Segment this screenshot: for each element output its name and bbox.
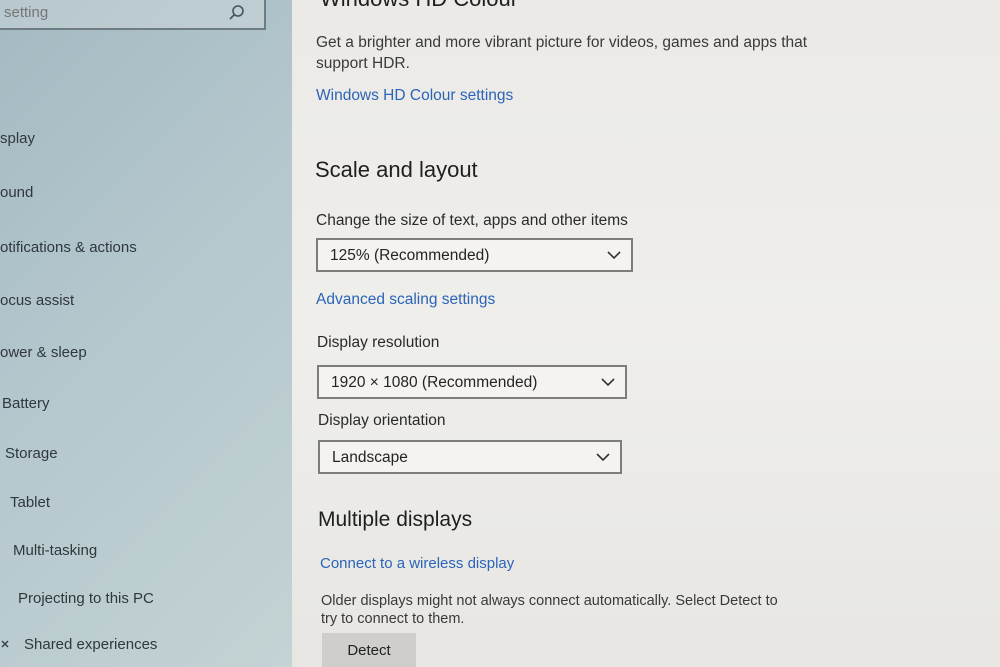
- sidebar-item-projecting[interactable]: Projecting to this PC: [18, 590, 154, 607]
- detect-button[interactable]: Detect: [322, 633, 416, 667]
- hdr-description-line1: Get a brighter and more vibrant picture …: [316, 34, 808, 51]
- sidebar-item-label: ocus assist: [0, 292, 75, 309]
- hdr-description-line2: support HDR.: [316, 55, 410, 72]
- shared-experiences-icon: [1, 640, 9, 648]
- detect-description: Older displays might not always connect …: [321, 592, 778, 628]
- scale-dropdown-value: 125% (Recommended): [330, 247, 490, 264]
- sidebar: splay ound otifications & actions ocus a…: [0, 0, 292, 667]
- orientation-label: Display orientation: [318, 412, 446, 429]
- search-icon[interactable]: [228, 4, 246, 22]
- sidebar-item-label: Multi-tasking: [13, 542, 98, 559]
- sidebar-item-display[interactable]: splay: [0, 130, 35, 147]
- detect-description-line2: try to connect to them.: [321, 611, 465, 627]
- windows-hd-colour-settings-link[interactable]: Windows HD Colour settings: [316, 87, 513, 105]
- orientation-dropdown-value: Landscape: [332, 449, 408, 466]
- hdr-description: Get a brighter and more vibrant picture …: [316, 32, 807, 74]
- detect-description-line1: Older displays might not always connect …: [321, 593, 778, 609]
- sidebar-item-label: otifications & actions: [0, 239, 137, 256]
- orientation-dropdown[interactable]: Landscape: [318, 440, 622, 474]
- sidebar-item-battery[interactable]: Battery: [2, 395, 50, 412]
- resolution-label: Display resolution: [317, 334, 440, 351]
- search-input[interactable]: [4, 4, 204, 21]
- sidebar-item-label: Tablet: [10, 494, 51, 511]
- sidebar-item-sound[interactable]: ound: [0, 184, 33, 201]
- chevron-down-icon: [607, 251, 621, 260]
- sidebar-item-label: Battery: [2, 395, 50, 412]
- sidebar-item-notifications[interactable]: otifications & actions: [0, 239, 137, 256]
- section-heading-hd-colour: Windows HD Colour: [320, 0, 518, 12]
- multiple-displays-heading: Multiple displays: [318, 508, 473, 531]
- wireless-display-link[interactable]: Connect to a wireless display: [320, 555, 514, 572]
- resolution-dropdown-value: 1920 × 1080 (Recommended): [331, 374, 538, 391]
- sidebar-item-tablet[interactable]: Tablet: [10, 494, 50, 511]
- chevron-down-icon: [601, 378, 615, 387]
- sidebar-item-power-sleep[interactable]: ower & sleep: [0, 344, 87, 361]
- sidebar-item-label: splay: [0, 130, 36, 147]
- scale-label: Change the size of text, apps and other …: [316, 212, 628, 229]
- sidebar-item-label: Shared experiences: [24, 636, 158, 653]
- sidebar-item-label: ower & sleep: [0, 344, 87, 361]
- sidebar-item-focus-assist[interactable]: ocus assist: [0, 292, 74, 309]
- scale-dropdown[interactable]: 125% (Recommended): [316, 238, 633, 272]
- sidebar-item-label: Storage: [5, 445, 58, 462]
- search-box[interactable]: [0, 0, 266, 30]
- sidebar-item-label: ound: [0, 184, 34, 201]
- scale-layout-heading: Scale and layout: [315, 157, 478, 182]
- sidebar-item-storage[interactable]: Storage: [5, 445, 58, 462]
- resolution-dropdown[interactable]: 1920 × 1080 (Recommended): [317, 365, 627, 399]
- sidebar-item-label: Projecting to this PC: [18, 590, 154, 607]
- sidebar-item-multitasking[interactable]: Multi-tasking: [13, 542, 97, 559]
- chevron-down-icon: [596, 453, 610, 462]
- sidebar-item-shared-experiences[interactable]: Shared experiences: [0, 636, 157, 653]
- advanced-scaling-link[interactable]: Advanced scaling settings: [316, 291, 495, 309]
